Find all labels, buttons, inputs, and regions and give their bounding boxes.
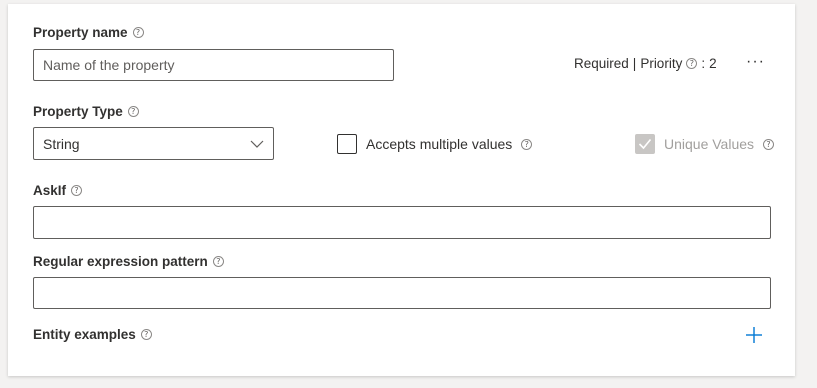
unique-values-row: Unique Values ? bbox=[635, 134, 775, 154]
meta-separator: | bbox=[632, 56, 637, 71]
unique-values-help-icon[interactable]: ? bbox=[763, 138, 775, 150]
askif-input[interactable] bbox=[33, 206, 771, 239]
more-options-button[interactable]: ··· bbox=[746, 53, 765, 71]
property-name-label: Property name ? bbox=[33, 25, 144, 40]
accepts-multiple-help-icon[interactable]: ? bbox=[521, 138, 533, 150]
property-card: Property name ? Name of the property Req… bbox=[8, 4, 795, 376]
priority-colon: : bbox=[701, 56, 706, 71]
regex-input[interactable] bbox=[33, 277, 771, 309]
regex-help-icon[interactable]: ? bbox=[212, 256, 224, 267]
chevron-down-icon bbox=[250, 140, 264, 148]
add-entity-example-button[interactable] bbox=[745, 326, 763, 344]
regex-label: Regular expression pattern ? bbox=[33, 254, 224, 269]
property-type-help-icon[interactable]: ? bbox=[127, 106, 139, 117]
priority-label: Priority bbox=[640, 56, 683, 71]
priority-value: 2 bbox=[709, 56, 717, 71]
property-type-label: Property Type ? bbox=[33, 104, 139, 119]
required-text: Required bbox=[574, 56, 629, 71]
askif-label: AskIf ? bbox=[33, 183, 83, 198]
priority-help-icon[interactable]: ? bbox=[686, 58, 698, 69]
property-name-help-icon[interactable]: ? bbox=[132, 27, 144, 38]
entity-examples-label: Entity examples ? bbox=[33, 327, 152, 342]
accepts-multiple-values-row[interactable]: Accepts multiple values ? bbox=[337, 134, 533, 154]
property-type-dropdown[interactable]: String bbox=[33, 127, 274, 160]
property-type-value: String bbox=[43, 135, 80, 152]
accepts-multiple-values-checkbox[interactable] bbox=[337, 134, 357, 154]
more-icon: ··· bbox=[746, 53, 765, 70]
property-name-input[interactable]: Name of the property bbox=[33, 49, 394, 81]
checkmark-icon bbox=[638, 138, 652, 150]
entity-examples-help-icon[interactable]: ? bbox=[140, 329, 152, 340]
unique-values-checkbox bbox=[635, 134, 655, 154]
askif-help-icon[interactable]: ? bbox=[71, 185, 83, 196]
plus-icon bbox=[746, 327, 762, 343]
property-meta: Required | Priority ? : 2 bbox=[574, 56, 717, 71]
